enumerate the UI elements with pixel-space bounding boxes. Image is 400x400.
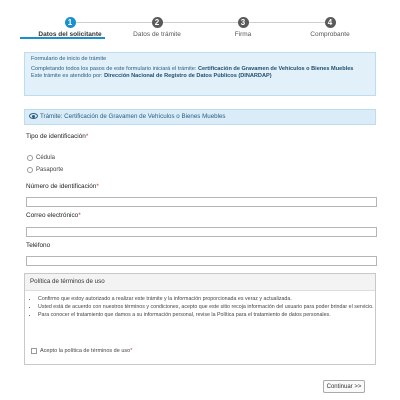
terms-item: Confirmo que estoy autorizado a realizar…	[38, 296, 375, 303]
accept-terms-checkbox[interactable]: Acepto la política de términos de uso *	[31, 348, 132, 354]
radio-circle[interactable]	[27, 167, 33, 173]
step-number-4: 4	[324, 17, 336, 28]
info-procedure-name: Certificación de Gravamen de Vehículos o…	[197, 65, 354, 72]
required-mark: *	[130, 348, 133, 354]
accept-terms-label: Acepto la política de términos de uso	[40, 348, 131, 354]
step-label-4: Comprobante	[310, 31, 350, 38]
procedure-section-bar: Trámite: Certificación de Gravamen de Ve…	[24, 109, 376, 125]
step-number-1: 1	[64, 17, 76, 28]
terms-item: Usted está de acuerdo con nuestros térmi…	[38, 304, 375, 311]
terms-title: Política de términos de uso	[25, 274, 375, 291]
required-mark: *	[78, 212, 81, 219]
step-label-2: Datos de trámite	[133, 31, 181, 38]
radio-cedula-label: Cédula	[36, 155, 56, 161]
id-number-label-text: Número de identificación	[26, 183, 97, 190]
progress-stepper: 1 Datos del solicitante 2 Datos de trámi…	[0, 14, 400, 50]
email-field[interactable]	[26, 227, 377, 237]
active-step-indicator	[20, 37, 105, 39]
email-label-text: Correo electrónico	[26, 212, 79, 219]
checkbox-box[interactable]	[31, 348, 37, 354]
info-line-2-text: Este trámite es atendido por:	[31, 73, 103, 80]
id-type-label-text: Tipo de identificación	[26, 133, 86, 140]
info-agency-name: Dirección Nacional de Registro de Datos …	[104, 73, 272, 80]
radio-circle[interactable]	[27, 155, 33, 161]
info-line-1-text: Completando todos los pasos de este form…	[31, 65, 197, 72]
terms-panel: Política de términos de uso Confirmo que…	[24, 273, 376, 365]
required-mark: *	[96, 183, 99, 190]
step-2: 2 Datos de trámite	[107, 14, 207, 38]
phone-label: Teléfono	[26, 242, 51, 249]
phone-field[interactable]	[26, 256, 377, 266]
info-box: Formulario de inicio de trámite Completa…	[24, 52, 376, 96]
step-number-3: 3	[237, 17, 249, 28]
radio-cedula[interactable]: Cédula	[27, 155, 55, 161]
radio-pasaporte-label: Pasaporte	[36, 167, 64, 173]
id-number-label: Número de identificación*	[26, 183, 99, 190]
info-line-2: Este trámite es atendido por: Dirección …	[31, 73, 369, 81]
section-title: Trámite: Certificación de Gravamen de Ve…	[40, 113, 226, 120]
info-title: Formulario de inicio de trámite	[31, 56, 107, 62]
radio-pasaporte[interactable]: Pasaporte	[27, 167, 63, 173]
step-label-3: Firma	[234, 31, 252, 38]
email-label: Correo electrónico*	[26, 212, 81, 219]
id-type-label: Tipo de identificación*	[26, 133, 88, 140]
step-1: 1 Datos del solicitante	[20, 14, 120, 38]
id-number-field[interactable]	[26, 197, 377, 207]
info-line-1: Completando todos los pasos de este form…	[31, 66, 369, 74]
eye-icon	[29, 113, 38, 120]
required-mark: *	[85, 133, 89, 140]
step-3: 3 Firma	[193, 14, 293, 38]
step-number-2: 2	[151, 17, 163, 28]
terms-item: Para conocer el tratamiento que damos a …	[38, 312, 375, 319]
terms-list: Confirmo que estoy autorizado a realizar…	[25, 296, 375, 320]
step-4: 4 Comprobante	[280, 14, 380, 38]
continue-button[interactable]: Continuar >>	[323, 380, 365, 393]
